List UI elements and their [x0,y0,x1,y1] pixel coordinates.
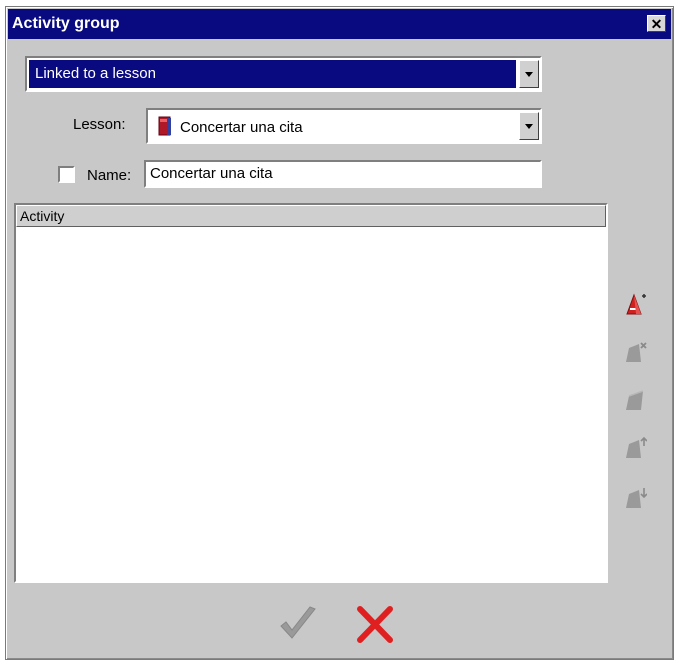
edit-activity-icon[interactable] [623,388,647,412]
checkmark-icon[interactable] [277,604,319,644]
cross-icon[interactable] [354,604,396,644]
book-icon [158,116,171,136]
link-mode-dropdown[interactable]: Linked to a lesson [25,56,542,92]
name-checkbox[interactable] [58,166,75,183]
activity-column-header[interactable]: Activity [16,205,606,227]
dialog-title: Activity group [12,15,120,32]
lesson-label: Lesson: [73,116,126,133]
chevron-down-icon[interactable] [519,112,539,140]
lesson-dropdown[interactable]: Concertar una cita [146,108,542,144]
name-label: Name: [87,167,132,184]
link-mode-value: Linked to a lesson [29,60,516,88]
remove-activity-icon[interactable] [623,340,647,364]
lesson-value: Concertar una cita [180,119,303,136]
close-button[interactable]: ✕ [647,15,666,32]
activity-list[interactable]: Activity [14,203,608,583]
move-up-icon[interactable] [623,436,647,460]
move-down-icon[interactable] [623,486,647,510]
chevron-down-icon[interactable] [519,60,539,88]
add-activity-icon[interactable] [623,292,647,316]
close-icon: ✕ [650,15,663,32]
title-bar[interactable]: Activity group ✕ [8,9,671,39]
name-field[interactable]: Concertar una cita [144,160,542,188]
